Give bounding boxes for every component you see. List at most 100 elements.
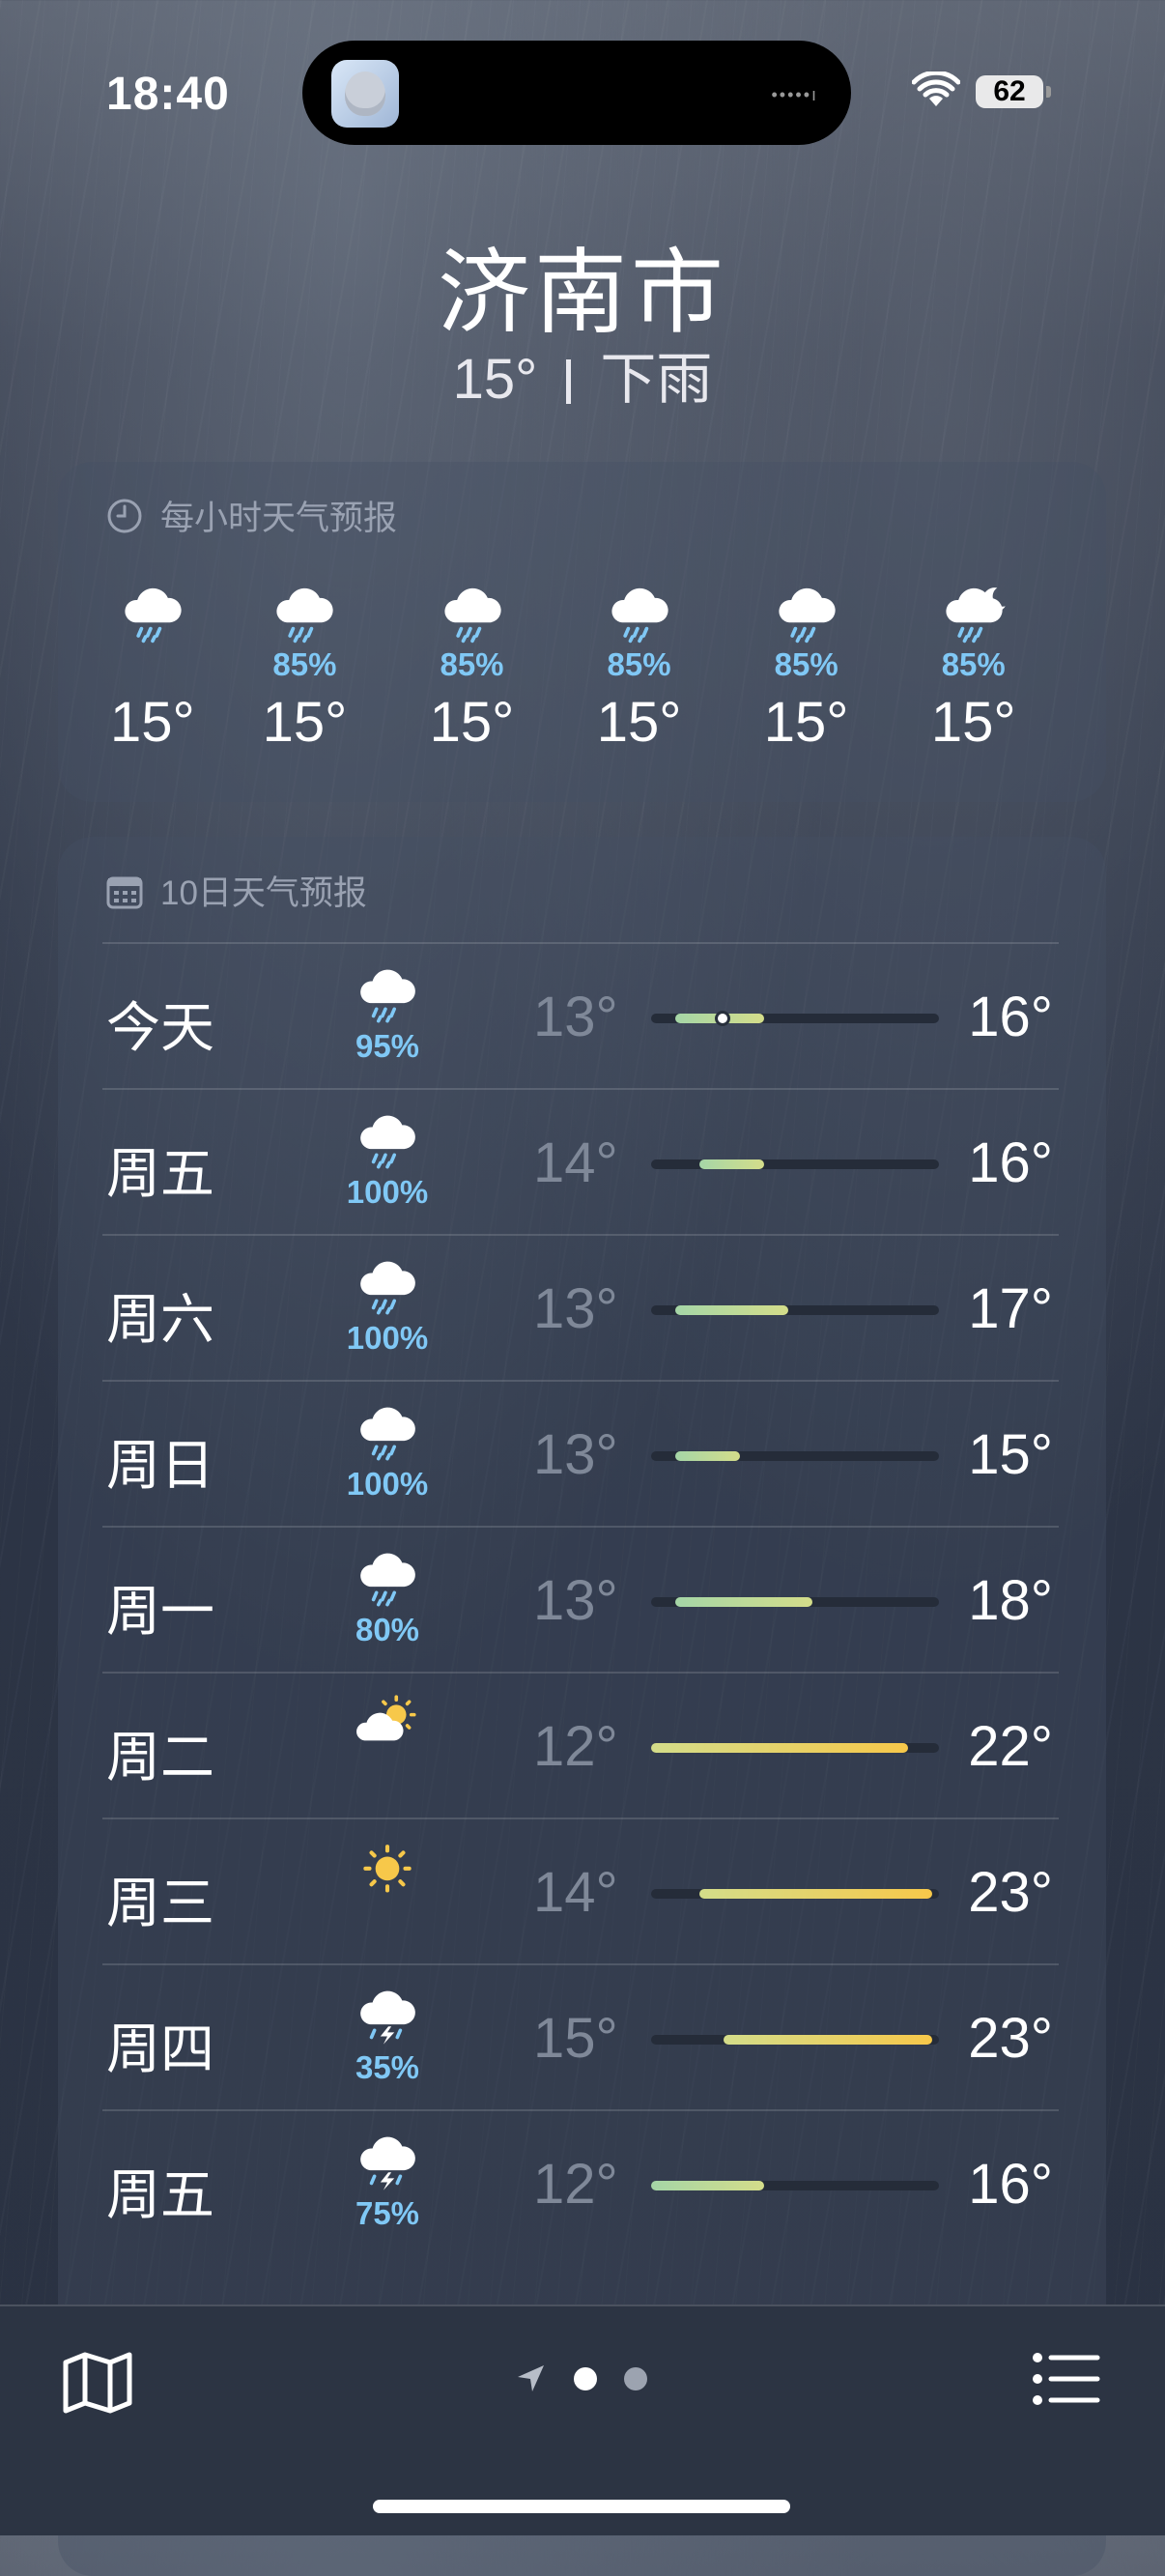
day-icon-cell <box>334 1839 440 1905</box>
home-indicator <box>373 2500 790 2513</box>
thunderstorm-cloud-icon <box>360 2136 415 2190</box>
rain-cloud-icon <box>360 969 415 1023</box>
temp-range-bar <box>651 1305 939 1315</box>
day-label: 周四 <box>106 2018 214 2079</box>
day-precip: 100% <box>346 1465 429 1502</box>
hourly-precip: 85% <box>440 646 504 682</box>
moon-rain-cloud-icon <box>946 587 1006 644</box>
day-precip: 80% <box>355 1611 420 1647</box>
current-summary: 15° 下雨 <box>0 333 1165 415</box>
rain-cloud-icon <box>443 588 501 644</box>
clock-icon <box>107 499 142 533</box>
hourly-item: 85% 15° <box>572 568 707 755</box>
rain-cloud-icon <box>360 1115 415 1169</box>
day-label: 周五 <box>106 1143 214 1204</box>
temp-range-bar <box>651 1889 939 1899</box>
day-label: 周一 <box>106 1581 214 1642</box>
hourly-forecast-card[interactable]: 每小时天气预报 15° 85% 15° 85% 15° 85% 15° 85% 15° 85% 15… <box>58 462 1106 802</box>
wifi-icon <box>912 72 960 106</box>
day-precip: 35% <box>355 2048 420 2085</box>
thunderstorm-cloud-icon <box>360 1990 415 2045</box>
day-high-temp: 16° <box>968 986 1053 1048</box>
day-label: 周六 <box>106 1289 214 1350</box>
calendar-icon <box>106 876 143 909</box>
day-precip: 95% <box>355 1027 420 1064</box>
daily-row[interactable]: 周六 100% 13° 17° <box>102 1234 1059 1381</box>
list-icon[interactable] <box>1032 2350 1101 2408</box>
hourly-item: 85% 15° <box>237 568 372 755</box>
page-dot <box>624 2367 647 2390</box>
day-low-temp: 12° <box>533 2153 618 2216</box>
day-high-temp: 16° <box>968 1131 1053 1194</box>
day-label: 今天 <box>106 997 214 1058</box>
current-condition: 下雨 <box>600 348 713 411</box>
daily-row[interactable]: 周一 80% 13° 18° <box>102 1526 1059 1673</box>
daily-title: 10日天气预报 <box>160 874 367 912</box>
dynamic-island[interactable]: •••••ı <box>302 41 851 145</box>
daily-row[interactable]: 周二 12° 22° <box>102 1672 1059 1818</box>
day-high-temp: 22° <box>968 1715 1053 1778</box>
rain-cloud-icon <box>360 1407 415 1461</box>
page-indicator[interactable] <box>514 2362 647 2395</box>
temp-range-bar <box>651 1597 939 1607</box>
daily-row[interactable]: 周四 35% 15° 23° <box>102 1963 1059 2110</box>
map-icon[interactable] <box>60 2345 135 2420</box>
app-icon[interactable] <box>331 60 399 128</box>
sun-icon <box>363 1845 412 1893</box>
day-icon-cell: 100% <box>334 1401 440 1503</box>
hourly-temp: 15° <box>109 691 195 754</box>
daily-row[interactable]: 周三 14° 23° <box>102 1818 1059 1964</box>
hourly-item: 15° <box>85 568 220 755</box>
temp-range-bar <box>651 1011 939 1026</box>
hourly-precip: 85% <box>607 646 671 682</box>
daily-row[interactable]: 周五 75% 12° 16° <box>102 2109 1059 2256</box>
daily-row[interactable]: 今天 95% 13° 16° <box>102 942 1059 1089</box>
temp-range-bar <box>651 1451 939 1461</box>
day-precip: 75% <box>355 2194 420 2231</box>
day-icon-cell: 35% <box>334 1985 440 2086</box>
rain-cloud-icon <box>125 588 182 644</box>
battery-indicator: 62 <box>976 75 1051 108</box>
day-high-temp: 17° <box>968 1277 1053 1340</box>
hourly-precip: 85% <box>774 646 838 682</box>
partly-sunny-icon <box>356 1695 416 1741</box>
day-low-temp: 12° <box>533 1715 618 1778</box>
current-temp: 15° <box>452 348 538 411</box>
daily-row[interactable]: 周日 100% 13° 15° <box>102 1380 1059 1527</box>
hourly-item: 85% 15° <box>405 568 540 755</box>
day-low-temp: 13° <box>533 986 618 1048</box>
day-icon-cell: 80% <box>334 1547 440 1648</box>
day-icon-cell <box>334 1693 440 1760</box>
hourly-temp: 15° <box>262 691 348 754</box>
daily-row[interactable]: 周五 100% 14° 16° <box>102 1088 1059 1235</box>
temp-range-bar <box>651 1159 939 1169</box>
temp-range-bar <box>651 2181 939 2190</box>
hourly-title: 每小时天气预报 <box>160 500 398 537</box>
temp-range-fill <box>698 1159 765 1169</box>
temp-range-fill <box>674 1305 789 1315</box>
day-icon-cell: 100% <box>334 1255 440 1357</box>
status-time: 18:40 <box>106 69 230 120</box>
page-dot-active <box>574 2367 597 2390</box>
hourly-temp: 15° <box>763 691 849 754</box>
temp-range-fill <box>674 1597 812 1607</box>
day-low-temp: 13° <box>533 1569 618 1632</box>
day-high-temp: 23° <box>968 2007 1053 2070</box>
location-arrow-icon <box>518 2365 544 2391</box>
day-low-temp: 15° <box>533 2007 618 2070</box>
daily-header: 10日天气预报 <box>106 866 367 915</box>
day-precip: 100% <box>346 1319 429 1356</box>
hourly-precip <box>85 645 220 684</box>
hourly-item: 85% 15° <box>739 568 874 755</box>
day-label: 周二 <box>106 1727 214 1788</box>
day-high-temp: 18° <box>968 1569 1053 1632</box>
temp-range-fill <box>651 1743 909 1753</box>
day-low-temp: 14° <box>533 1131 618 1194</box>
temp-range-fill <box>674 1451 741 1461</box>
day-high-temp: 23° <box>968 1861 1053 1924</box>
temp-range-fill <box>651 2181 765 2190</box>
hourly-temp: 15° <box>930 691 1016 754</box>
hourly-header: 每小时天气预报 <box>106 491 397 540</box>
day-label: 周五 <box>106 2164 214 2225</box>
temp-range-bar <box>651 2035 939 2045</box>
